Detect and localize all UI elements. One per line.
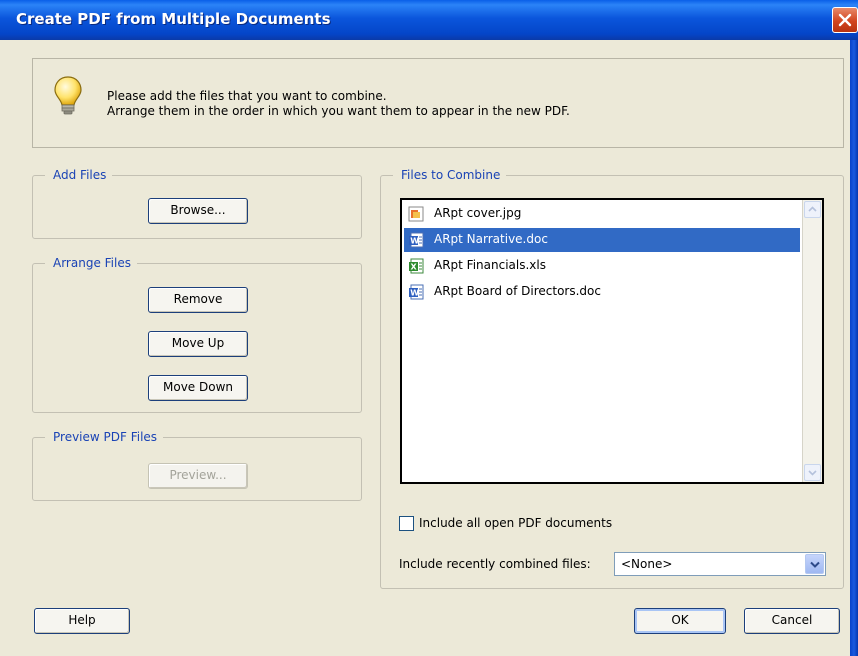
move-up-button[interactable]: Move Up bbox=[148, 331, 248, 357]
file-list-item[interactable]: W ARpt Narrative.doc bbox=[404, 228, 800, 252]
preview-files-legend: Preview PDF Files bbox=[45, 429, 164, 445]
file-name: ARpt Board of Directors.doc bbox=[434, 284, 601, 298]
close-button[interactable] bbox=[832, 7, 858, 33]
excel-file-icon: X bbox=[408, 258, 424, 274]
file-list[interactable]: ARpt cover.jpg W ARpt Narrative.doc X ARpt F… bbox=[400, 198, 824, 484]
file-name: ARpt Financials.xls bbox=[434, 258, 546, 272]
file-list-item[interactable]: ARpt cover.jpg bbox=[404, 202, 800, 226]
window-border bbox=[850, 40, 858, 656]
chevron-down-icon bbox=[810, 561, 820, 568]
word-file-icon: W bbox=[408, 232, 424, 248]
file-list-item[interactable]: X ARpt Financials.xls bbox=[404, 254, 800, 278]
files-to-combine-legend: Files to Combine bbox=[393, 167, 507, 183]
move-down-button[interactable]: Move Down bbox=[148, 375, 248, 401]
scroll-down-button[interactable] bbox=[804, 464, 821, 481]
chevron-down-icon bbox=[808, 470, 817, 476]
info-line-2: Arrange them in the order in which you w… bbox=[107, 104, 570, 118]
help-button[interactable]: Help bbox=[34, 608, 130, 634]
remove-button[interactable]: Remove bbox=[148, 287, 248, 313]
word-file-icon: W bbox=[408, 284, 424, 300]
info-panel: Please add the files that you want to co… bbox=[32, 58, 844, 148]
chevron-up-icon bbox=[808, 206, 817, 212]
file-name: ARpt cover.jpg bbox=[434, 206, 522, 220]
recent-files-label: Include recently combined files: bbox=[399, 557, 591, 571]
arrange-files-legend: Arrange Files bbox=[45, 255, 137, 271]
preview-button[interactable]: Preview... bbox=[148, 463, 248, 489]
info-line-1: Please add the files that you want to co… bbox=[107, 89, 387, 103]
info-text: Please add the files that you want to co… bbox=[107, 89, 570, 119]
scroll-up-button[interactable] bbox=[804, 201, 821, 218]
lightbulb-icon bbox=[54, 76, 82, 115]
title-bar: Create PDF from Multiple Documents bbox=[0, 0, 858, 40]
svg-text:W: W bbox=[410, 237, 419, 246]
close-icon bbox=[838, 13, 852, 27]
include-open-pdfs-label: Include all open PDF documents bbox=[419, 516, 613, 530]
image-file-icon bbox=[408, 206, 424, 222]
file-list-item[interactable]: W ARpt Board of Directors.doc bbox=[404, 280, 800, 304]
add-files-legend: Add Files bbox=[45, 167, 113, 183]
include-open-pdfs-checkbox[interactable] bbox=[399, 516, 414, 531]
browse-button[interactable]: Browse... bbox=[148, 198, 248, 224]
recent-files-select[interactable]: <None> bbox=[614, 552, 826, 576]
svg-text:X: X bbox=[411, 263, 418, 272]
svg-text:W: W bbox=[410, 289, 419, 298]
vertical-scrollbar[interactable] bbox=[802, 200, 822, 482]
cancel-button[interactable]: Cancel bbox=[744, 608, 840, 634]
recent-files-value: <None> bbox=[621, 557, 673, 571]
file-name: ARpt Narrative.doc bbox=[434, 232, 548, 246]
dropdown-button[interactable] bbox=[805, 554, 824, 574]
ok-button[interactable]: OK bbox=[634, 608, 726, 634]
window-title: Create PDF from Multiple Documents bbox=[16, 10, 331, 28]
